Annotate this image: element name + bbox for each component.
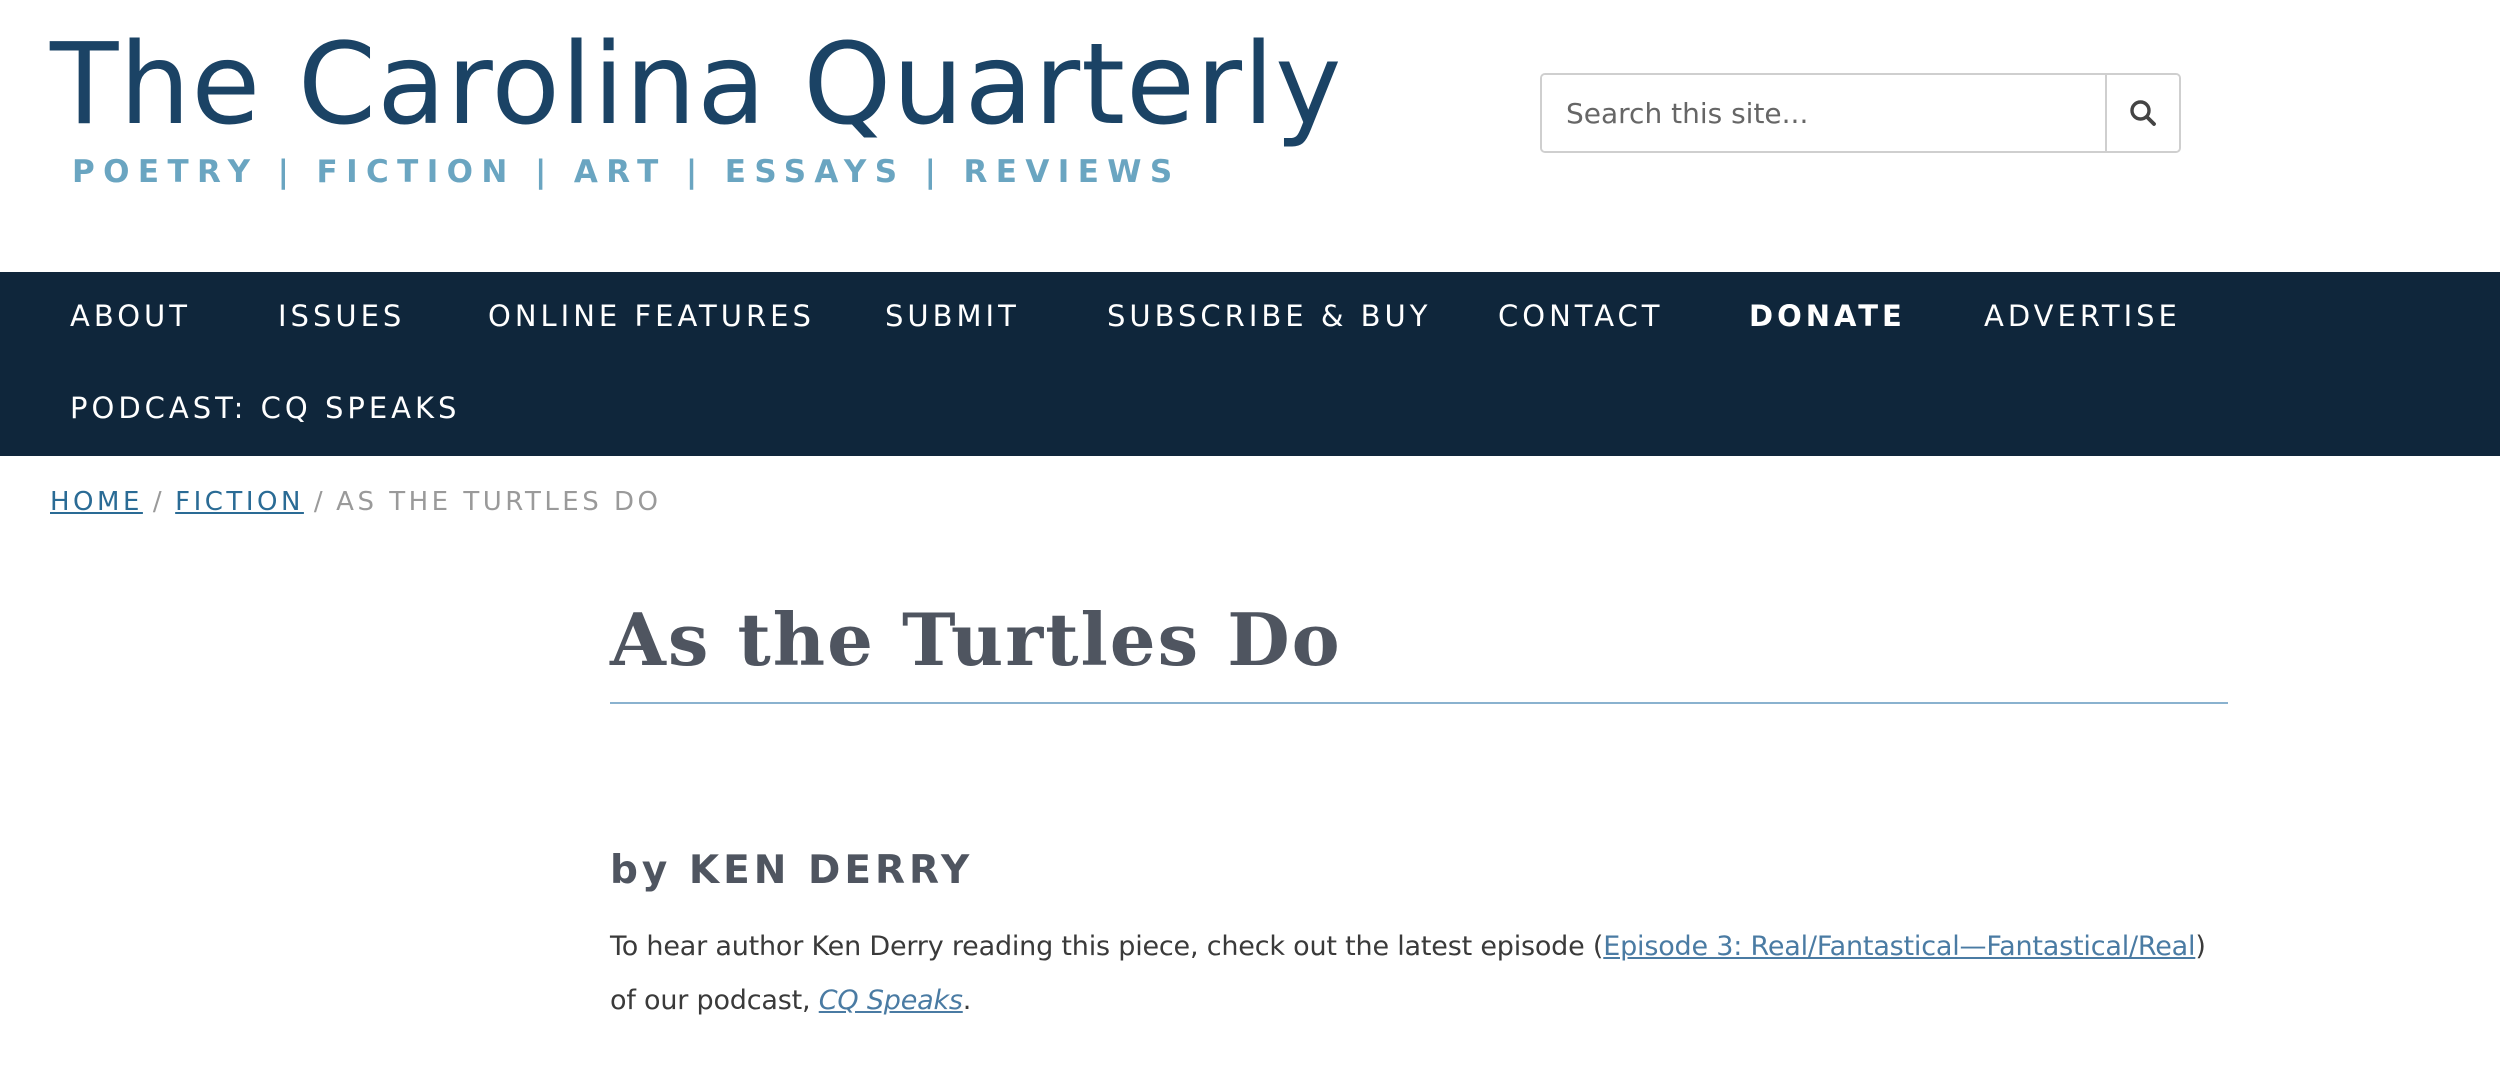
breadcrumb-separator: / — [152, 487, 166, 517]
nav-item-submit[interactable]: SUBMIT — [885, 296, 1020, 336]
nav-item-about[interactable]: ABOUT — [70, 296, 191, 336]
article-intro: To hear author Ken Derry reading this pi… — [610, 920, 2228, 1028]
nav-item-podcast[interactable]: PODCAST: CQ SPEAKS — [70, 388, 460, 428]
search-button[interactable] — [2105, 75, 2179, 151]
podcast-link[interactable]: CQ Speaks — [819, 985, 963, 1016]
intro-text: . — [962, 985, 972, 1016]
breadcrumb-separator: / — [313, 487, 327, 517]
nav-item-donate[interactable]: DONATE — [1749, 296, 1906, 336]
nav-item-advertise[interactable]: ADVERTISE — [1984, 296, 2181, 336]
search-icon — [2130, 100, 2156, 126]
search-form — [1540, 73, 2181, 153]
episode-link[interactable]: Episode 3: Real/Fantastical—Fantastical/… — [1603, 931, 2195, 962]
search-input[interactable] — [1542, 75, 2105, 151]
main-navigation: ABOUT ISSUES ONLINE FEATURES SUBMIT SUBS… — [0, 272, 2500, 456]
nav-item-issues[interactable]: ISSUES — [278, 296, 405, 336]
site-logo-title[interactable]: The Carolina Quarterly — [50, 20, 1342, 150]
article-byline: by KEN DERRY — [610, 848, 974, 893]
nav-item-contact[interactable]: CONTACT — [1498, 296, 1664, 336]
intro-text: To hear author Ken Derry reading this pi… — [610, 931, 1604, 962]
site-tagline: POETRY | FICTION | ART | ESSAYS | REVIEW… — [72, 154, 1181, 190]
breadcrumb-current: AS THE TURTLES DO — [336, 487, 662, 517]
breadcrumb-fiction-link[interactable]: FICTION — [175, 487, 304, 517]
breadcrumb-home-link[interactable]: HOME — [50, 487, 143, 517]
nav-item-subscribe-buy[interactable]: SUBSCRIBE & BUY — [1107, 296, 1431, 336]
breadcrumb: HOME / FICTION / AS THE TURTLES DO — [50, 484, 662, 520]
article-title: As the Turtles Do — [610, 597, 1342, 682]
site-header: The Carolina Quarterly POETRY | FICTION … — [0, 0, 2500, 272]
title-divider — [610, 702, 2228, 704]
nav-item-online-features[interactable]: ONLINE FEATURES — [488, 296, 815, 336]
